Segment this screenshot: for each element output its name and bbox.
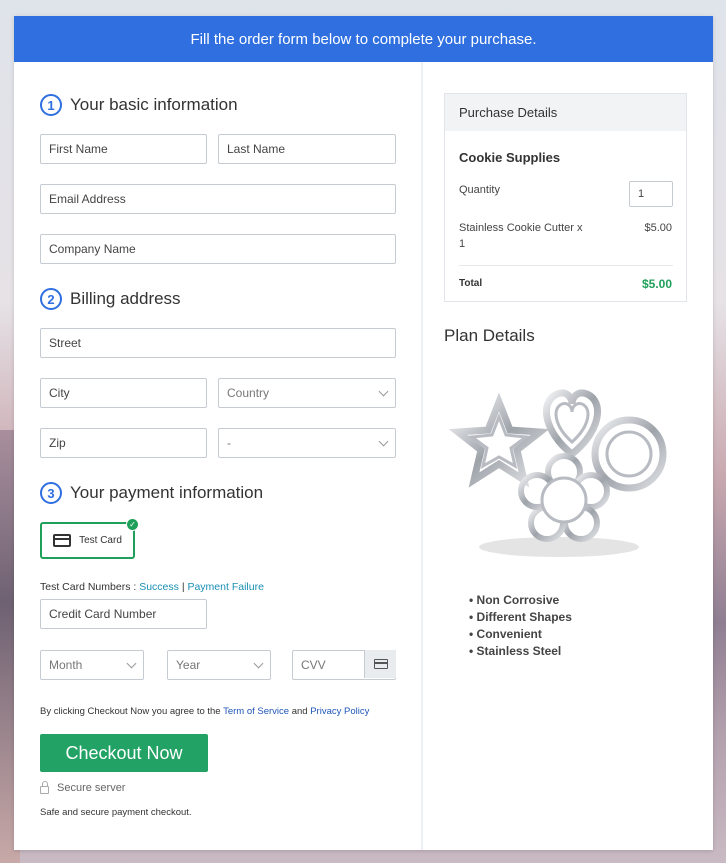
test-card-label: Test Card bbox=[79, 535, 122, 546]
total-divider bbox=[459, 265, 673, 266]
year-select[interactable]: Year bbox=[167, 650, 271, 680]
chevron-down-icon bbox=[378, 436, 389, 446]
email-field[interactable]: Email Address bbox=[40, 184, 396, 214]
month-value: Month bbox=[49, 658, 83, 672]
quantity-input[interactable]: 1 bbox=[629, 181, 673, 207]
item-name-line2: 1 bbox=[459, 238, 466, 250]
billing-heading: 2 Billing address bbox=[40, 288, 181, 310]
basic-info-title: Your basic information bbox=[70, 95, 238, 114]
agree-prefix: By clicking Checkout Now you agree to th… bbox=[40, 706, 221, 717]
test-card-numbers: Test Card Numbers : Success | Payment Fa… bbox=[40, 581, 264, 593]
feature-item: Non Corrosive bbox=[469, 592, 572, 609]
feature-item: Convenient bbox=[469, 626, 572, 643]
agreement-text: By clicking Checkout Now you agree to th… bbox=[40, 706, 369, 717]
year-value: Year bbox=[176, 658, 201, 672]
sidebar: Purchase Details Cookie Supplies Quantit… bbox=[423, 62, 713, 850]
card-number-placeholder: Credit Card Number bbox=[49, 607, 157, 621]
privacy-link[interactable]: Privacy Policy bbox=[310, 706, 369, 717]
payment-failure-link[interactable]: Payment Failure bbox=[187, 581, 263, 593]
step-3-badge: 3 bbox=[40, 482, 62, 504]
checkout-label: Checkout Now bbox=[65, 742, 183, 763]
month-select[interactable]: Month bbox=[40, 650, 144, 680]
city-field[interactable]: City bbox=[40, 378, 207, 408]
purchase-details-title: Purchase Details bbox=[459, 105, 558, 120]
card-number-field[interactable]: Credit Card Number bbox=[40, 599, 207, 629]
state-select[interactable]: - bbox=[218, 428, 396, 458]
zip-placeholder: Zip bbox=[49, 436, 66, 450]
plan-features-list: Non Corrosive Different Shapes Convenien… bbox=[469, 592, 572, 660]
country-select[interactable]: Country bbox=[218, 378, 396, 408]
step-2-badge: 2 bbox=[40, 288, 62, 310]
test-card-option[interactable]: Test Card ✓ bbox=[40, 518, 139, 559]
street-placeholder: Street bbox=[49, 336, 82, 350]
lock-icon bbox=[40, 781, 49, 794]
chevron-down-icon bbox=[126, 658, 137, 668]
item-price: $5.00 bbox=[644, 222, 672, 234]
last-name-placeholder: Last Name bbox=[227, 142, 286, 156]
cookie-cutters-image bbox=[448, 389, 667, 557]
company-field[interactable]: Company Name bbox=[40, 234, 396, 264]
banner-text: Fill the order form below to complete yo… bbox=[190, 30, 537, 48]
test-numbers-label: Test Card Numbers : bbox=[40, 581, 137, 593]
plan-details-title: Plan Details bbox=[444, 326, 535, 345]
payment-heading: 3 Your payment information bbox=[40, 482, 263, 504]
quantity-label: Quantity bbox=[459, 184, 500, 196]
purchase-details-box: Purchase Details Cookie Supplies Quantit… bbox=[444, 93, 687, 302]
feature-item: Stainless Steel bbox=[469, 643, 572, 660]
link-separator: | bbox=[181, 581, 185, 593]
terms-link[interactable]: Term of Service bbox=[223, 706, 289, 717]
basic-info-heading: 1 Your basic information bbox=[40, 94, 238, 116]
first-name-field[interactable]: First Name bbox=[40, 134, 207, 164]
and-text: and bbox=[291, 706, 308, 717]
purchase-details-header: Purchase Details bbox=[445, 94, 686, 131]
quantity-value: 1 bbox=[638, 188, 645, 200]
checkout-card: Fill the order form below to complete yo… bbox=[14, 16, 713, 850]
last-name-field[interactable]: Last Name bbox=[218, 134, 396, 164]
safe-checkout-text: Safe and secure payment checkout. bbox=[40, 807, 192, 818]
success-link[interactable]: Success bbox=[139, 581, 179, 593]
checkout-button[interactable]: Checkout Now bbox=[40, 734, 208, 772]
city-placeholder: City bbox=[49, 386, 70, 400]
state-value: - bbox=[227, 436, 231, 450]
product-name: Cookie Supplies bbox=[459, 150, 561, 165]
cvv-card-addon bbox=[364, 650, 396, 678]
chevron-down-icon bbox=[253, 658, 264, 668]
credit-card-icon bbox=[373, 659, 388, 669]
total-value: $5.00 bbox=[641, 277, 672, 291]
zip-field[interactable]: Zip bbox=[40, 428, 207, 458]
check-icon: ✓ bbox=[126, 518, 139, 531]
step-1-badge: 1 bbox=[40, 94, 62, 116]
credit-card-icon bbox=[53, 534, 72, 547]
secure-server-text: Secure server bbox=[57, 782, 126, 794]
street-field[interactable]: Street bbox=[40, 328, 396, 358]
feature-item: Different Shapes bbox=[469, 609, 572, 626]
item-name-line1: Stainless Cookie Cutter x bbox=[459, 222, 583, 234]
email-placeholder: Email Address bbox=[49, 192, 126, 206]
country-value: Country bbox=[227, 386, 270, 400]
total-label: Total bbox=[459, 278, 483, 289]
first-name-placeholder: First Name bbox=[49, 142, 108, 156]
company-placeholder: Company Name bbox=[49, 242, 136, 256]
payment-title: Your payment information bbox=[70, 483, 264, 502]
banner: Fill the order form below to complete yo… bbox=[14, 16, 713, 62]
billing-title: Billing address bbox=[70, 289, 181, 308]
cvv-placeholder: CVV bbox=[301, 658, 326, 672]
order-form: 1 Your basic information First Name Last… bbox=[14, 62, 422, 850]
chevron-down-icon bbox=[378, 386, 389, 396]
secure-server-note: Secure server bbox=[40, 781, 126, 794]
